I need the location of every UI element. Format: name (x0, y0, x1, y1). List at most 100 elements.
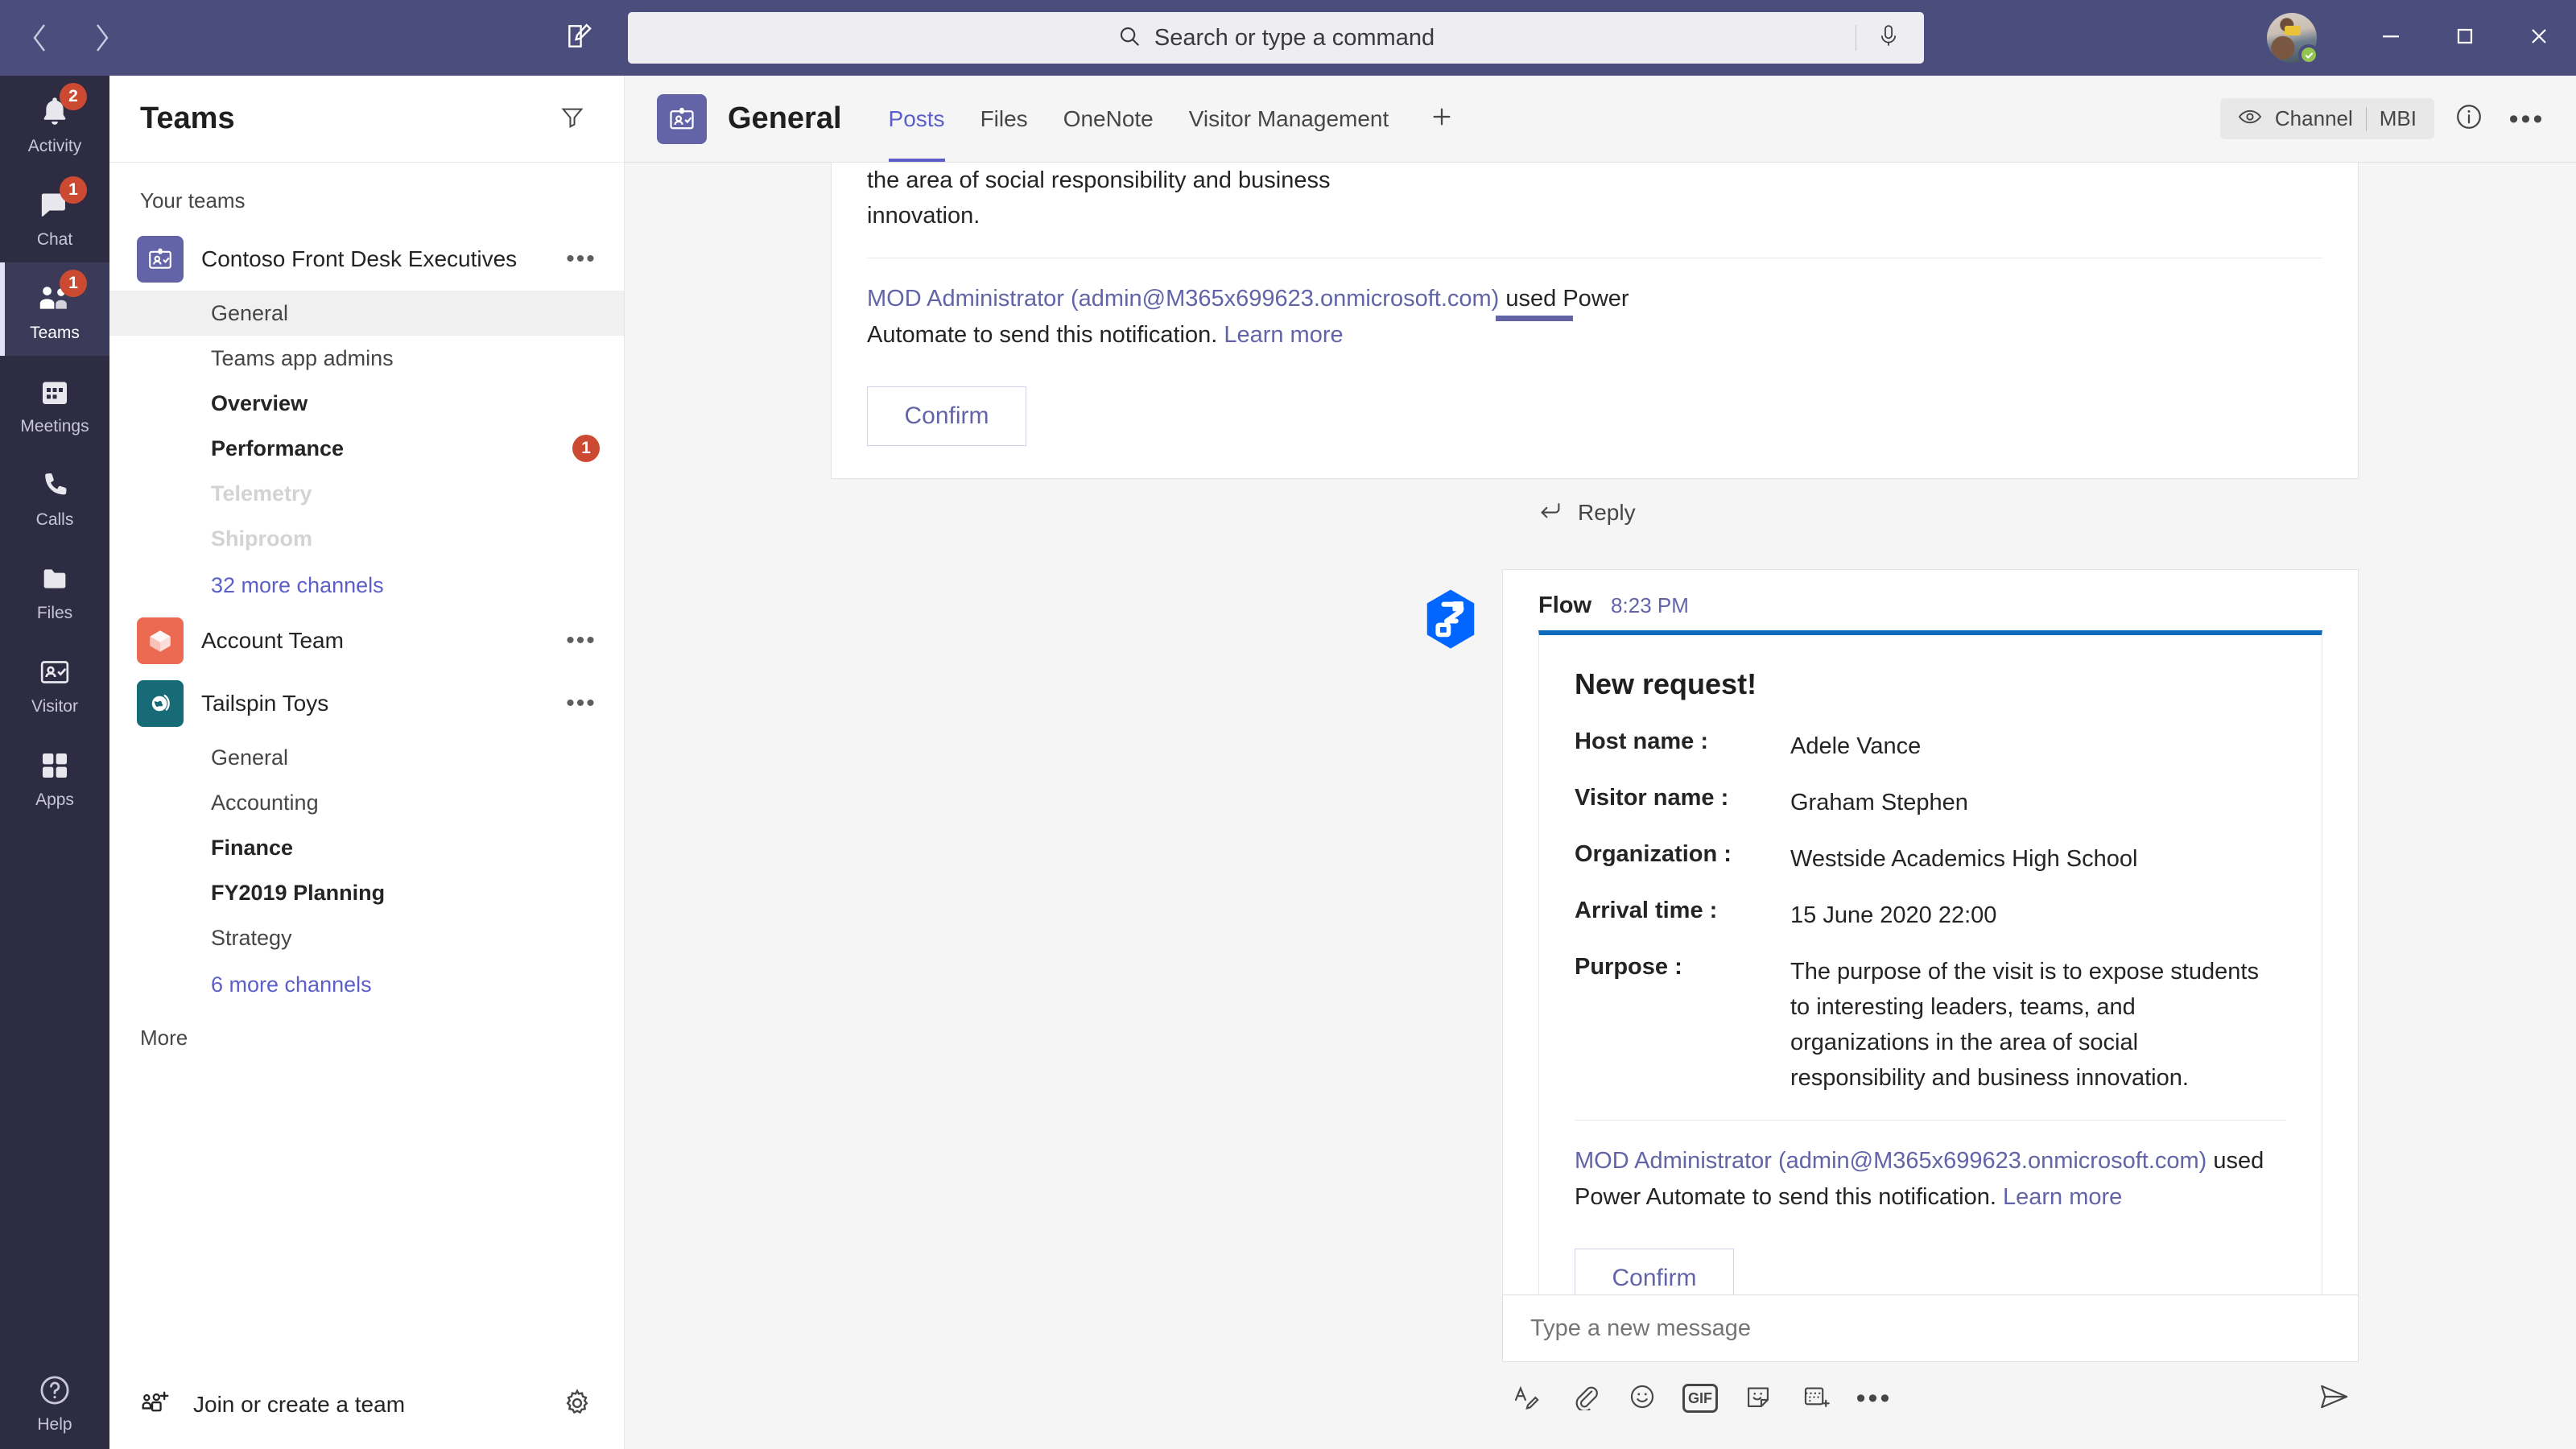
learn-more-link[interactable]: Learn more (1224, 322, 1343, 348)
channel-row-teams-app-admins[interactable]: Teams app admins (109, 336, 624, 381)
rail-label-help: Help (37, 1416, 72, 1433)
more-horizontal-icon: ••• (2509, 105, 2545, 133)
schedule-meeting-button[interactable] (1792, 1374, 1840, 1422)
search-bar[interactable]: Search or type a command (628, 12, 1924, 64)
channel-avatar (657, 94, 707, 144)
mod-administrator-link[interactable]: MOD Administrator (admin@M365x699623.onm… (1575, 1148, 2207, 1174)
rail-item-chat[interactable]: 1 Chat (0, 169, 109, 262)
rail-item-teams[interactable]: 1 Teams (0, 262, 109, 356)
rail-item-visitor[interactable]: Visitor (0, 636, 109, 729)
rail-item-meetings[interactable]: Meetings (0, 356, 109, 449)
more-teams-row[interactable]: More (109, 1009, 624, 1067)
compose-toolbar: GIF (1502, 1362, 2359, 1425)
filter-button[interactable] (550, 97, 595, 142)
rail-label-chat: Chat (37, 231, 72, 248)
team-row-account-team[interactable]: Account Team ••• (109, 609, 624, 672)
close-icon (2527, 24, 2551, 52)
attach-file-button[interactable] (1560, 1374, 1608, 1422)
emoji-button[interactable] (1618, 1374, 1666, 1422)
tab-visitor-management[interactable]: Visitor Management (1171, 76, 1407, 162)
voice-search-button[interactable] (1869, 19, 1908, 57)
power-automate-flow-icon (1419, 588, 1482, 650)
minimize-button[interactable] (2354, 0, 2428, 76)
channel-row-general[interactable]: General (109, 291, 624, 336)
channel-name: Teams app admins (211, 346, 600, 371)
message-input[interactable] (1530, 1315, 2330, 1342)
chat-icon: 1 (34, 184, 76, 226)
forward-button[interactable] (79, 14, 126, 61)
channel-name: Strategy (211, 926, 600, 951)
team-name: Tailspin Toys (201, 691, 545, 716)
join-or-create-team-button[interactable]: Join or create a team (140, 1389, 535, 1422)
channel-name: Shiproom (211, 526, 600, 551)
new-chat-button[interactable] (555, 14, 604, 62)
back-button[interactable] (16, 14, 63, 61)
channel-row-finance[interactable]: Finance (109, 825, 624, 870)
sticker-button[interactable] (1734, 1374, 1782, 1422)
channel-more-options-button[interactable]: ••• (2504, 96, 2550, 142)
sensitivity-label-pill[interactable]: Channel MBI (2220, 98, 2434, 139)
team-avatar (137, 617, 184, 664)
reply-bar-partial[interactable]: Reply (1502, 479, 2359, 547)
page-title: Teams (140, 101, 550, 136)
fact-value-purpose: The purpose of the visit is to expose st… (1790, 954, 2273, 1096)
avatar[interactable] (2267, 13, 2317, 63)
rail-item-activity[interactable]: 2 Activity (0, 76, 109, 169)
team-row-tailspin-toys[interactable]: Tailspin Toys ••• (109, 672, 624, 735)
rail-item-help[interactable]: Help (0, 1352, 109, 1449)
tab-files[interactable]: Files (963, 76, 1046, 162)
rail-item-apps[interactable]: Apps (0, 729, 109, 823)
channel-row-accounting[interactable]: Accounting (109, 780, 624, 825)
team-row-contoso-front-desk-executives[interactable]: Contoso Front Desk Executives ••• (109, 228, 624, 291)
channel-row-tailspin-general[interactable]: General (109, 735, 624, 780)
gif-icon: GIF (1682, 1384, 1718, 1413)
avatar-detail (2285, 26, 2301, 35)
rail-item-calls[interactable]: Calls (0, 449, 109, 543)
maximize-button[interactable] (2428, 0, 2502, 76)
mod-administrator-link[interactable]: MOD Administrator (admin@M365x699623.onm… (867, 286, 1499, 312)
confirm-button[interactable]: Confirm (867, 386, 1026, 446)
info-circle-icon (2454, 102, 2483, 135)
tab-posts[interactable]: Posts (871, 76, 963, 162)
compose-box[interactable] (1502, 1294, 2359, 1362)
team-more-button[interactable]: ••• (563, 622, 600, 659)
channel-unread-badge: 1 (572, 435, 600, 462)
rail-item-files[interactable]: Files (0, 543, 109, 636)
team-more-button[interactable]: ••• (563, 685, 600, 722)
main-panel: General Posts Files OneNote Visitor Mana… (625, 76, 2576, 1449)
settings-button[interactable] (556, 1384, 598, 1426)
teams-app-window: Search or type a command (0, 0, 2576, 1449)
channel-info-button[interactable] (2446, 96, 2492, 142)
confirm-button[interactable]: Confirm (1575, 1249, 1734, 1294)
format-text-button[interactable] (1502, 1374, 1550, 1422)
send-button[interactable] (2310, 1374, 2359, 1422)
attach-file-icon (1571, 1383, 1598, 1414)
maximize-icon (2453, 24, 2477, 52)
tab-onenote[interactable]: OneNote (1046, 76, 1171, 162)
message-feed[interactable]: the area of social responsibility and bu… (625, 163, 2576, 1294)
close-button[interactable] (2502, 0, 2576, 76)
gif-button[interactable]: GIF (1676, 1374, 1724, 1422)
card-divider (1575, 1120, 2286, 1121)
team-name: Contoso Front Desk Executives (201, 246, 545, 272)
channel-row-strategy[interactable]: Strategy (109, 915, 624, 960)
more-options-icon: ••• (1856, 1385, 1893, 1412)
channel-row-performance[interactable]: Performance 1 (109, 426, 624, 471)
status-badge (2298, 44, 2319, 65)
channel-row-shiproom[interactable]: Shiproom (109, 516, 624, 561)
channel-row-telemetry[interactable]: Telemetry (109, 471, 624, 516)
channel-row-overview[interactable]: Overview (109, 381, 624, 426)
format-text-icon (1513, 1383, 1540, 1414)
channel-row-fy2019-planning[interactable]: FY2019 Planning (109, 870, 624, 915)
add-tab-button[interactable] (1419, 97, 1464, 142)
thread-accent-marker (1496, 316, 1573, 321)
people-icon: 1 (34, 278, 76, 320)
team-more-button[interactable]: ••• (563, 241, 600, 278)
more-options-button[interactable]: ••• (1850, 1374, 1898, 1422)
phone-icon (34, 464, 76, 506)
more-channels-link-contoso[interactable]: 32 more channels (109, 561, 624, 609)
more-channels-link-tailspin[interactable]: 6 more channels (109, 960, 624, 1009)
learn-more-link[interactable]: Learn more (2003, 1184, 2122, 1210)
join-or-create-team-label: Join or create a team (193, 1392, 405, 1418)
section-label-your-teams: Your teams (109, 174, 624, 228)
